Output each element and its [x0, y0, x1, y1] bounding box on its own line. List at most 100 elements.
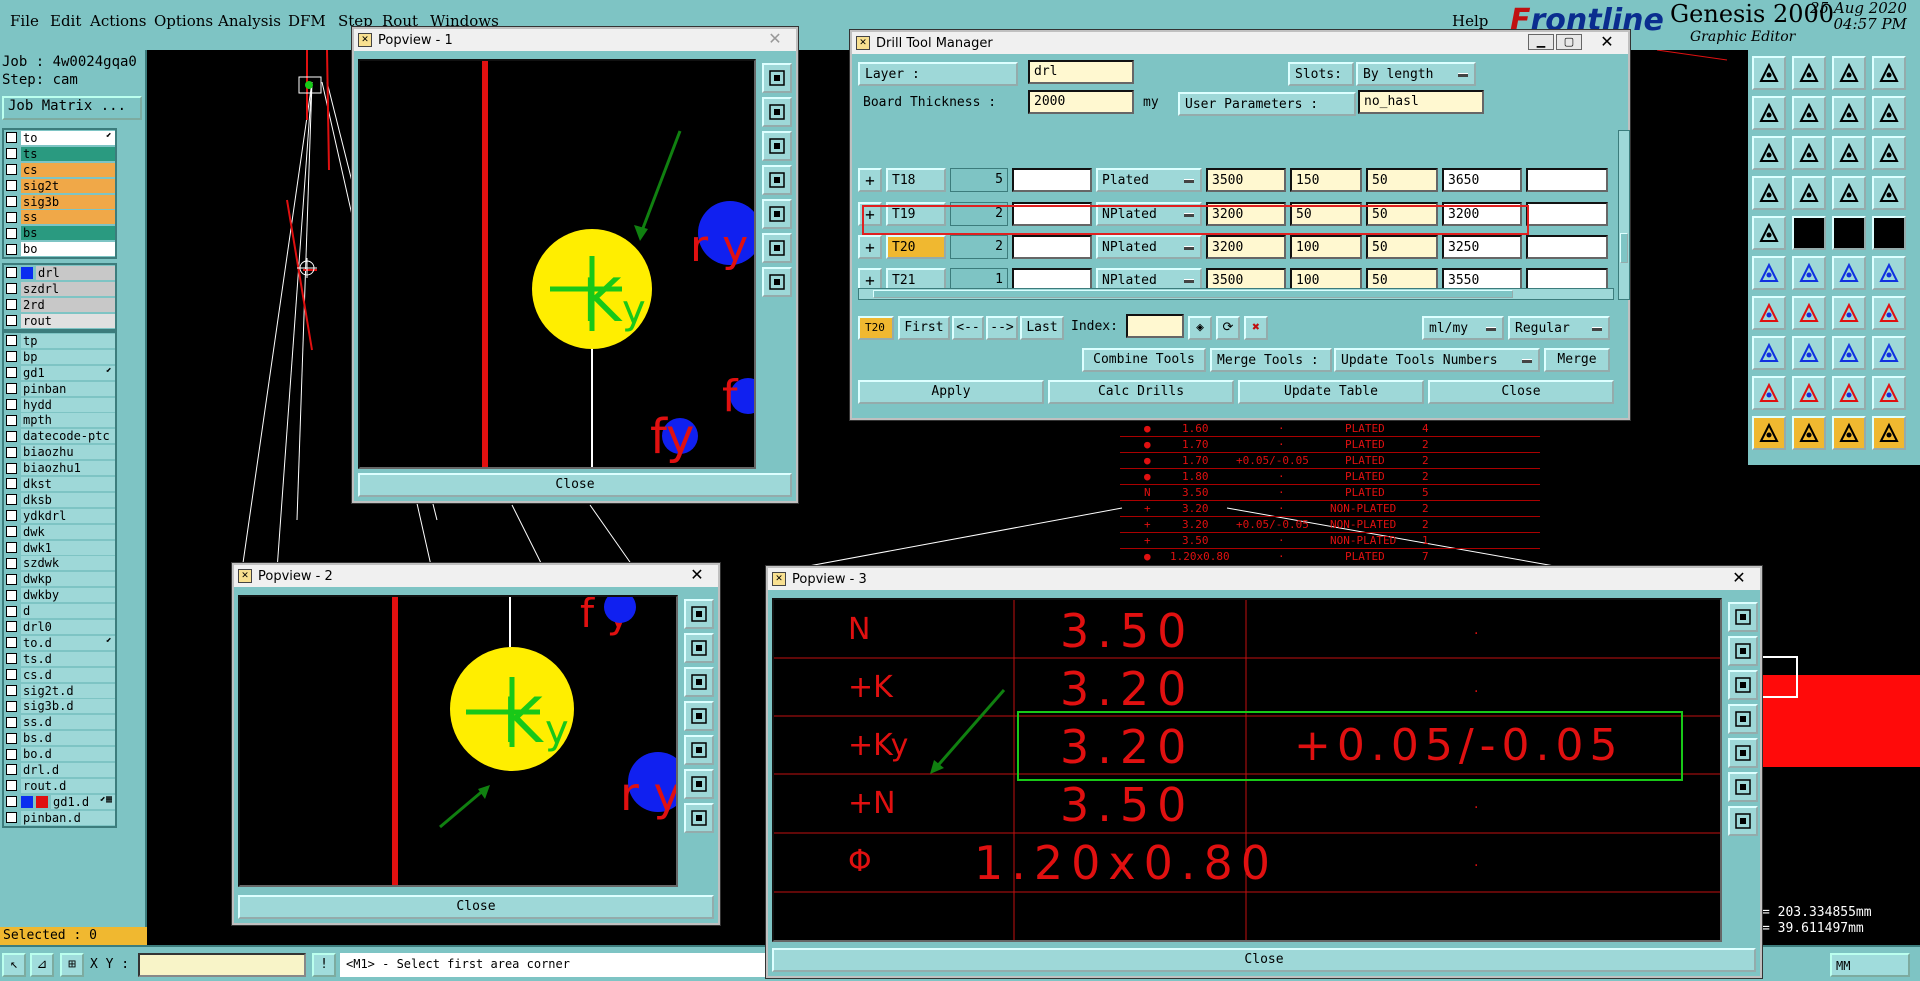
layer-compare2-icon[interactable]: [1872, 176, 1906, 210]
maximize-icon[interactable]: ▢: [1556, 34, 1582, 50]
layer-input[interactable]: drl: [1028, 60, 1134, 84]
plating-select[interactable]: Plated: [1096, 168, 1202, 192]
layer-checkbox[interactable]: [6, 621, 17, 633]
expand-icon[interactable]: +: [858, 235, 882, 259]
node-icon[interactable]: [1752, 336, 1786, 370]
alert-icon[interactable]: !: [312, 953, 336, 977]
layer-checkbox[interactable]: [6, 589, 17, 601]
layer-row[interactable]: bo.d: [4, 746, 115, 762]
dtm-titlebar[interactable]: ✕ Drill Tool Manager ▁ ▢ ✕: [852, 32, 1628, 54]
undo-icon[interactable]: [1752, 96, 1786, 130]
corner-icon[interactable]: [1872, 376, 1906, 410]
angle-icon[interactable]: [1832, 376, 1866, 410]
zoom-area-icon[interactable]: [1728, 772, 1758, 802]
layer-row[interactable]: ss: [4, 209, 115, 225]
close-icon[interactable]: ✕: [682, 566, 712, 584]
layer-row[interactable]: ts: [4, 146, 115, 162]
layer-row[interactable]: gd1 ⬋: [4, 365, 115, 381]
calc-drills-button[interactable]: Calc Drills: [1048, 380, 1234, 404]
popview-3-canvas[interactable]: N 3.50 · +K 3.20 · +Ky 3.20 +0.05/-0.05 +N 3.50 · Φ 1…: [772, 598, 1722, 942]
menu-edit[interactable]: Edit: [50, 12, 81, 30]
save-icon[interactable]: [1792, 56, 1826, 90]
text-icon[interactable]: [1872, 296, 1906, 330]
menu-dfm[interactable]: DFM: [288, 12, 326, 30]
split-icon[interactable]: [1872, 256, 1906, 290]
next-button[interactable]: -->: [986, 316, 1018, 340]
zoom-area-icon[interactable]: [762, 233, 792, 263]
zoom-home-icon[interactable]: [762, 267, 792, 297]
update-table-button[interactable]: Update Table: [1238, 380, 1424, 404]
layer-checkbox[interactable]: [6, 796, 17, 808]
layer-checkbox[interactable]: [6, 315, 17, 327]
layer-checkbox[interactable]: [6, 196, 17, 207]
line-icon[interactable]: [1792, 216, 1826, 250]
net-icon[interactable]: [1832, 336, 1866, 370]
layer-checkbox[interactable]: [6, 430, 17, 442]
route-icon[interactable]: [1872, 416, 1906, 450]
layer-row[interactable]: sig3b.d: [4, 698, 115, 714]
layer-checkbox[interactable]: [6, 164, 17, 176]
layer-row[interactable]: drl0: [4, 619, 115, 635]
user-params-input[interactable]: no_hasl: [1358, 90, 1484, 114]
copy-icon[interactable]: [1872, 56, 1906, 90]
plating-select[interactable]: NPlated: [1096, 268, 1202, 288]
layer-checkbox[interactable]: [6, 267, 17, 279]
layer-checkbox[interactable]: [6, 283, 17, 295]
pan-right-icon[interactable]: [684, 735, 714, 765]
layer-checkbox[interactable]: [6, 732, 17, 744]
drill-size-input[interactable]: 3500: [1206, 268, 1286, 288]
pan-left-icon[interactable]: [762, 165, 792, 195]
zoom-in-icon[interactable]: [684, 633, 714, 663]
search-tool-icon[interactable]: ◈: [1188, 316, 1212, 340]
layer-checkbox[interactable]: [6, 716, 17, 728]
zoom-home-icon[interactable]: [684, 803, 714, 833]
layer-row[interactable]: 2rd: [4, 297, 115, 313]
extra-input[interactable]: [1526, 268, 1608, 288]
layer-row[interactable]: datecode-ptc: [4, 428, 115, 444]
drill-size-input[interactable]: 3200: [1206, 235, 1286, 259]
snapshot-icon[interactable]: [1832, 56, 1866, 90]
popview-1-close-button[interactable]: Close: [358, 473, 792, 497]
zoom-out-icon[interactable]: [762, 131, 792, 161]
circle-icon[interactable]: [1872, 216, 1906, 250]
units-select[interactable]: MM: [1830, 953, 1910, 977]
final-size-input[interactable]: 3550: [1442, 268, 1522, 288]
close-icon[interactable]: ✕: [1724, 569, 1754, 587]
pan-right-icon[interactable]: [1728, 738, 1758, 768]
layer-row[interactable]: d: [4, 603, 115, 619]
layer-row[interactable]: biaozhu1: [4, 460, 115, 476]
grid-icon[interactable]: [1792, 176, 1826, 210]
zoom-fit-icon[interactable]: [684, 599, 714, 629]
menu-file[interactable]: File: [10, 12, 39, 30]
tol-minus-input[interactable]: 50: [1366, 235, 1438, 259]
draw-arrow-icon[interactable]: [1792, 296, 1826, 330]
pad-icon[interactable]: [1752, 216, 1786, 250]
layer-checkbox[interactable]: [6, 653, 17, 665]
zoom-home-icon[interactable]: [1728, 806, 1758, 836]
layer-checkbox[interactable]: [6, 383, 17, 395]
menu-actions[interactable]: Actions: [90, 12, 146, 30]
tol-minus-input[interactable]: 50: [1366, 168, 1438, 192]
menu-help[interactable]: Help: [1452, 12, 1488, 30]
tool-name[interactable]: T18: [886, 168, 946, 192]
draw-line-icon[interactable]: [1752, 296, 1786, 330]
popview-1-titlebar[interactable]: ✕ Popview - 1 ✕: [354, 29, 796, 51]
refresh-icon[interactable]: ⟳: [1216, 316, 1240, 340]
final-size-input[interactable]: 3650: [1442, 168, 1522, 192]
layer-row[interactable]: dksb: [4, 492, 115, 508]
pan-right-icon[interactable]: [762, 199, 792, 229]
pan-icon[interactable]: [1792, 136, 1826, 170]
layer-checkbox[interactable]: [6, 227, 17, 239]
layer-row[interactable]: pinban: [4, 381, 115, 397]
layer-row[interactable]: biaozhu: [4, 444, 115, 460]
finish-size-input[interactable]: [1012, 268, 1092, 288]
swap-icon[interactable]: [1832, 96, 1866, 130]
layer-row[interactable]: rout.d: [4, 778, 115, 794]
layer-checkbox[interactable]: [6, 764, 17, 776]
close-icon[interactable]: ✕: [760, 30, 790, 48]
layer-row[interactable]: tp: [4, 333, 115, 349]
layer-checkbox[interactable]: [6, 148, 17, 160]
delete-icon[interactable]: ✖: [1244, 316, 1268, 340]
layer-checkbox[interactable]: [6, 780, 17, 792]
eye-icon[interactable]: [1752, 176, 1786, 210]
